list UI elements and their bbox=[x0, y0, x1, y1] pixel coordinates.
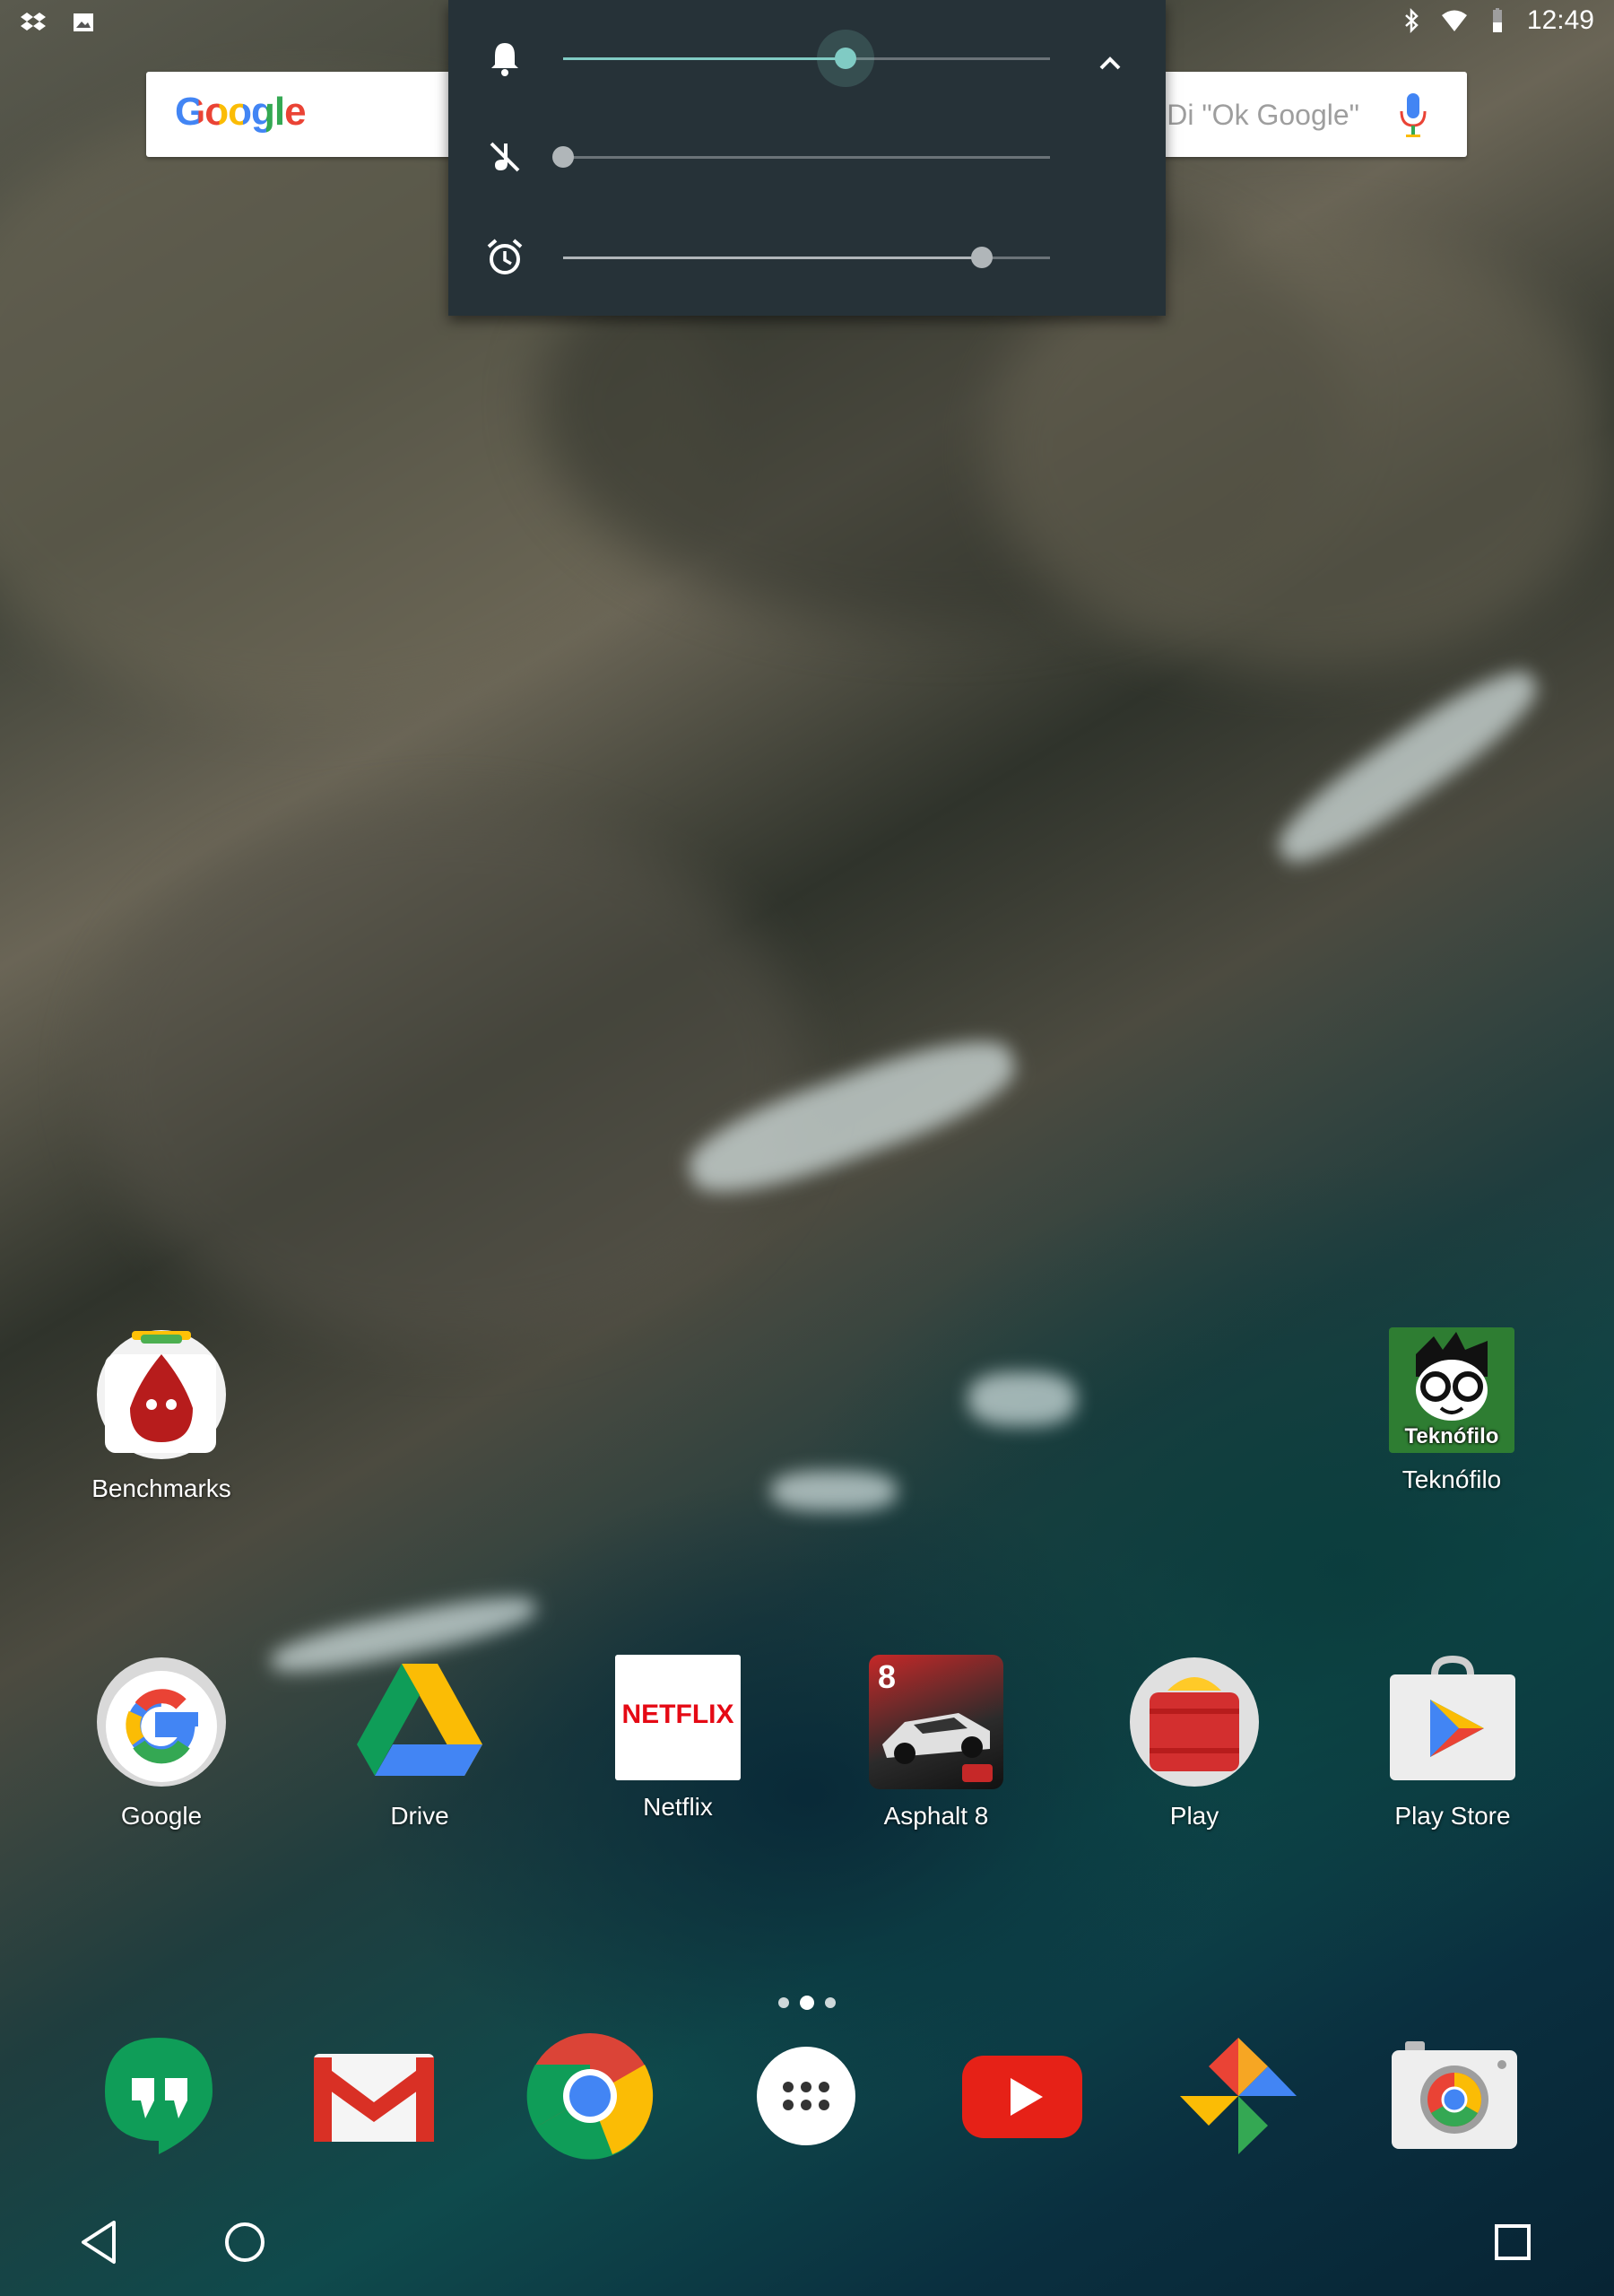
page-dot[interactable] bbox=[825, 1997, 836, 2008]
hangouts-icon[interactable] bbox=[91, 2029, 226, 2163]
app-asphalt-8[interactable]: 8 Asphalt 8 bbox=[829, 1655, 1044, 1831]
media-volume-row bbox=[448, 106, 1166, 204]
asphalt-badge: 8 bbox=[878, 1658, 897, 1695]
alarm-volume-row bbox=[448, 206, 1166, 305]
chrome-icon[interactable] bbox=[523, 2029, 657, 2163]
teknofilo-label: Teknófilo bbox=[1401, 1465, 1502, 1493]
volume-panel bbox=[448, 0, 1166, 316]
chevron-up-icon[interactable] bbox=[1092, 45, 1128, 81]
media-muted-icon[interactable] bbox=[484, 136, 525, 178]
play-label: Play bbox=[1169, 1802, 1219, 1830]
app-netflix[interactable]: NETFLIX Netflix bbox=[570, 1655, 785, 1822]
benchmarks-icon bbox=[94, 1327, 229, 1462]
app-google[interactable]: Google bbox=[54, 1655, 269, 1831]
play-store-label: Play Store bbox=[1394, 1802, 1511, 1830]
alarm-icon[interactable] bbox=[484, 237, 525, 278]
app-play[interactable]: Play bbox=[1087, 1655, 1302, 1831]
recents-icon[interactable] bbox=[1486, 2215, 1540, 2269]
gmail-icon[interactable] bbox=[307, 2029, 441, 2163]
alarm-volume-thumb[interactable] bbox=[970, 247, 993, 268]
youtube-icon[interactable] bbox=[955, 2029, 1089, 2163]
google-app-label: Google bbox=[120, 1802, 203, 1830]
teknofilo-badge: Teknófilo bbox=[1404, 1424, 1499, 1448]
teknofilo-shortcut[interactable]: Teknófilo Teknófilo bbox=[1344, 1327, 1559, 1494]
mic-icon[interactable] bbox=[1395, 91, 1431, 140]
back-icon[interactable] bbox=[74, 2215, 128, 2269]
netflix-icon: NETFLIX bbox=[615, 1655, 741, 1780]
wifi-icon bbox=[1441, 10, 1467, 31]
asphalt-8-label: Asphalt 8 bbox=[883, 1802, 989, 1830]
google-logo: Google bbox=[175, 90, 307, 134]
dropbox-icon bbox=[21, 13, 46, 30]
teknofilo-icon: Teknófilo bbox=[1389, 1327, 1514, 1453]
home-icon[interactable] bbox=[218, 2215, 272, 2269]
page-indicator bbox=[778, 1996, 836, 2010]
app-play-store[interactable]: Play Store bbox=[1345, 1655, 1560, 1831]
image-icon bbox=[74, 13, 93, 31]
ringer-volume-slider[interactable] bbox=[563, 30, 1050, 87]
media-volume-slider[interactable] bbox=[552, 146, 1050, 168]
page-dot-current[interactable] bbox=[800, 1996, 814, 2010]
benchmarks-label: Benchmarks bbox=[91, 1474, 231, 1502]
bluetooth-icon bbox=[1405, 7, 1419, 34]
netflix-logo: NETFLIX bbox=[621, 1700, 734, 1729]
clock: 12:49 bbox=[1526, 5, 1594, 35]
ringer-volume-thumb[interactable] bbox=[834, 48, 856, 69]
ringer-volume-fill bbox=[563, 57, 846, 60]
navigation-bar bbox=[0, 2188, 1614, 2296]
google-app-icon bbox=[94, 1655, 229, 1789]
app-drive[interactable]: Drive bbox=[312, 1655, 527, 1831]
benchmarks-folder[interactable]: Benchmarks bbox=[54, 1327, 269, 1503]
drive-label: Drive bbox=[390, 1802, 449, 1830]
bell-icon[interactable] bbox=[484, 38, 525, 79]
play-movies-icon bbox=[1127, 1655, 1262, 1789]
page-dot[interactable] bbox=[778, 1997, 789, 2008]
asphalt-8-icon: 8 bbox=[869, 1655, 1003, 1789]
alarm-volume-fill bbox=[563, 257, 982, 259]
drive-icon bbox=[352, 1655, 487, 1789]
battery-icon bbox=[1492, 8, 1502, 32]
voice-hint: Di "Ok Google" bbox=[1167, 99, 1359, 131]
camera-icon[interactable] bbox=[1387, 2029, 1522, 2163]
netflix-label: Netflix bbox=[643, 1793, 713, 1821]
media-volume-thumb[interactable] bbox=[552, 146, 574, 168]
photos-icon[interactable] bbox=[1171, 2029, 1306, 2163]
ringer-volume-row bbox=[448, 7, 1166, 106]
play-store-icon bbox=[1385, 1655, 1520, 1789]
alarm-volume-slider[interactable] bbox=[563, 247, 1050, 268]
app-drawer-icon[interactable] bbox=[739, 2029, 873, 2163]
